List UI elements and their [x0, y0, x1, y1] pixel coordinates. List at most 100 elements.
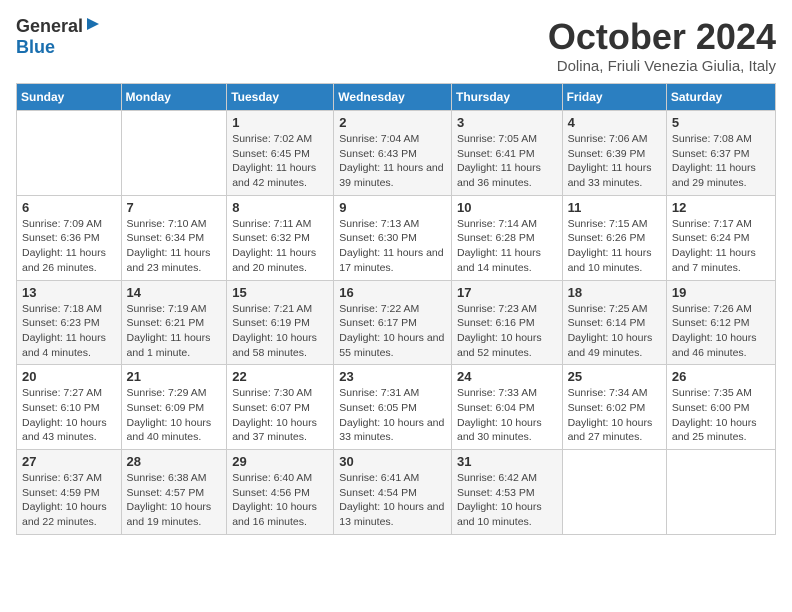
- day-number: 2: [339, 115, 446, 130]
- logo-arrow-icon: [85, 16, 101, 37]
- day-number: 6: [22, 200, 116, 215]
- day-number: 1: [232, 115, 328, 130]
- logo-text-general: General: [16, 16, 83, 37]
- calendar-cell: 2 Sunrise: 7:04 AMSunset: 6:43 PMDaylight…: [334, 111, 452, 196]
- day-info: Sunrise: 7:15 AMSunset: 6:26 PMDaylight:…: [568, 217, 661, 276]
- day-info: Sunrise: 7:29 AMSunset: 6:09 PMDaylight:…: [127, 386, 222, 445]
- calendar-week-row: 13 Sunrise: 7:18 AMSunset: 6:23 PMDayligh…: [17, 280, 776, 365]
- calendar-cell: 22 Sunrise: 7:30 AMSunset: 6:07 PMDayligh…: [227, 365, 334, 450]
- day-info: Sunrise: 7:30 AMSunset: 6:07 PMDaylight:…: [232, 386, 328, 445]
- day-number: 20: [22, 369, 116, 384]
- calendar-cell: 23Sunrise: 7:31 AMSunset: 6:05 PMDayligh…: [334, 365, 452, 450]
- day-info: Sunrise: 7:13 AMSunset: 6:30 PMDaylight:…: [339, 217, 446, 276]
- day-header-tuesday: Tuesday: [227, 84, 334, 111]
- day-info: Sunrise: 7:18 AMSunset: 6:23 PMDaylight:…: [22, 302, 116, 361]
- day-info: Sunrise: 7:06 AMSunset: 6:39 PMDaylight:…: [568, 132, 661, 191]
- calendar-cell: 31Sunrise: 6:42 AMSunset: 4:53 PMDayligh…: [451, 450, 562, 535]
- day-header-thursday: Thursday: [451, 84, 562, 111]
- day-info: Sunrise: 7:08 AMSunset: 6:37 PMDaylight:…: [672, 132, 770, 191]
- day-number: 27: [22, 454, 116, 469]
- day-info: Sunrise: 7:23 AMSunset: 6:16 PMDaylight:…: [457, 302, 557, 361]
- day-number: 15: [232, 285, 328, 300]
- day-number: 14: [127, 285, 222, 300]
- day-info: Sunrise: 6:41 AMSunset: 4:54 PMDaylight:…: [339, 471, 446, 530]
- day-number: 22: [232, 369, 328, 384]
- calendar-cell: 11 Sunrise: 7:15 AMSunset: 6:26 PMDayligh…: [562, 195, 666, 280]
- calendar-cell: 9Sunrise: 7:13 AMSunset: 6:30 PMDaylight…: [334, 195, 452, 280]
- calendar-cell: 12 Sunrise: 7:17 AMSunset: 6:24 PMDayligh…: [666, 195, 775, 280]
- calendar-cell: 26Sunrise: 7:35 AMSunset: 6:00 PMDayligh…: [666, 365, 775, 450]
- day-number: 25: [568, 369, 661, 384]
- day-info: Sunrise: 7:14 AMSunset: 6:28 PMDaylight:…: [457, 217, 557, 276]
- day-header-saturday: Saturday: [666, 84, 775, 111]
- calendar-header-row: SundayMondayTuesdayWednesdayThursdayFrid…: [17, 84, 776, 111]
- calendar-cell: [666, 450, 775, 535]
- title-block: October 2024 Dolina, Friuli Venezia Giul…: [548, 16, 776, 75]
- calendar-cell: 28 Sunrise: 6:38 AMSunset: 4:57 PMDayligh…: [121, 450, 227, 535]
- day-number: 12: [672, 200, 770, 215]
- calendar-cell: 13 Sunrise: 7:18 AMSunset: 6:23 PMDayligh…: [17, 280, 122, 365]
- day-info: Sunrise: 7:11 AMSunset: 6:32 PMDaylight:…: [232, 217, 328, 276]
- day-info: Sunrise: 7:10 AMSunset: 6:34 PMDaylight:…: [127, 217, 222, 276]
- day-info: Sunrise: 7:02 AMSunset: 6:45 PMDaylight:…: [232, 132, 328, 191]
- day-number: 28: [127, 454, 222, 469]
- day-number: 4: [568, 115, 661, 130]
- day-number: 30: [339, 454, 446, 469]
- calendar-table: SundayMondayTuesdayWednesdayThursdayFrid…: [16, 83, 776, 535]
- day-number: 11: [568, 200, 661, 215]
- day-number: 7: [127, 200, 222, 215]
- calendar-cell: [17, 111, 122, 196]
- day-info: Sunrise: 7:09 AMSunset: 6:36 PMDaylight:…: [22, 217, 116, 276]
- logo: General Blue: [16, 16, 101, 58]
- day-number: 19: [672, 285, 770, 300]
- day-info: Sunrise: 7:25 AMSunset: 6:14 PMDaylight:…: [568, 302, 661, 361]
- day-info: Sunrise: 7:27 AMSunset: 6:10 PMDaylight:…: [22, 386, 116, 445]
- day-header-monday: Monday: [121, 84, 227, 111]
- day-info: Sunrise: 7:33 AMSunset: 6:04 PMDaylight:…: [457, 386, 557, 445]
- calendar-cell: 10 Sunrise: 7:14 AMSunset: 6:28 PMDayligh…: [451, 195, 562, 280]
- calendar-week-row: 1 Sunrise: 7:02 AMSunset: 6:45 PMDaylight…: [17, 111, 776, 196]
- calendar-cell: 17 Sunrise: 7:23 AMSunset: 6:16 PMDayligh…: [451, 280, 562, 365]
- day-number: 5: [672, 115, 770, 130]
- day-number: 13: [22, 285, 116, 300]
- day-info: Sunrise: 7:26 AMSunset: 6:12 PMDaylight:…: [672, 302, 770, 361]
- calendar-cell: 25 Sunrise: 7:34 AMSunset: 6:02 PMDayligh…: [562, 365, 666, 450]
- logo-text-blue: Blue: [16, 37, 55, 57]
- calendar-cell: 6 Sunrise: 7:09 AMSunset: 6:36 PMDaylight…: [17, 195, 122, 280]
- calendar-cell: [562, 450, 666, 535]
- calendar-cell: 30 Sunrise: 6:41 AMSunset: 4:54 PMDayligh…: [334, 450, 452, 535]
- calendar-cell: 1 Sunrise: 7:02 AMSunset: 6:45 PMDaylight…: [227, 111, 334, 196]
- day-number: 10: [457, 200, 557, 215]
- day-info: Sunrise: 7:17 AMSunset: 6:24 PMDaylight:…: [672, 217, 770, 276]
- day-number: 17: [457, 285, 557, 300]
- calendar-cell: 27Sunrise: 6:37 AMSunset: 4:59 PMDayligh…: [17, 450, 122, 535]
- day-info: Sunrise: 6:40 AMSunset: 4:56 PMDaylight:…: [232, 471, 328, 530]
- day-info: Sunrise: 7:22 AMSunset: 6:17 PMDaylight:…: [339, 302, 446, 361]
- day-number: 24: [457, 369, 557, 384]
- month-title: October 2024: [548, 16, 776, 58]
- calendar-cell: 4 Sunrise: 7:06 AMSunset: 6:39 PMDaylight…: [562, 111, 666, 196]
- day-info: Sunrise: 7:04 AMSunset: 6:43 PMDaylight:…: [339, 132, 446, 191]
- calendar-cell: [121, 111, 227, 196]
- calendar-cell: 8 Sunrise: 7:11 AMSunset: 6:32 PMDaylight…: [227, 195, 334, 280]
- day-number: 8: [232, 200, 328, 215]
- day-number: 3: [457, 115, 557, 130]
- calendar-cell: 19 Sunrise: 7:26 AMSunset: 6:12 PMDayligh…: [666, 280, 775, 365]
- calendar-cell: 18Sunrise: 7:25 AMSunset: 6:14 PMDayligh…: [562, 280, 666, 365]
- day-number: 29: [232, 454, 328, 469]
- calendar-cell: 7 Sunrise: 7:10 AMSunset: 6:34 PMDaylight…: [121, 195, 227, 280]
- day-info: Sunrise: 7:19 AMSunset: 6:21 PMDaylight:…: [127, 302, 222, 361]
- day-number: 16: [339, 285, 446, 300]
- day-info: Sunrise: 7:21 AMSunset: 6:19 PMDaylight:…: [232, 302, 328, 361]
- day-info: Sunrise: 7:34 AMSunset: 6:02 PMDaylight:…: [568, 386, 661, 445]
- day-number: 21: [127, 369, 222, 384]
- calendar-cell: 24 Sunrise: 7:33 AMSunset: 6:04 PMDayligh…: [451, 365, 562, 450]
- calendar-cell: 16 Sunrise: 7:22 AMSunset: 6:17 PMDayligh…: [334, 280, 452, 365]
- day-number: 23: [339, 369, 446, 384]
- calendar-week-row: 27Sunrise: 6:37 AMSunset: 4:59 PMDayligh…: [17, 450, 776, 535]
- day-info: Sunrise: 6:38 AMSunset: 4:57 PMDaylight:…: [127, 471, 222, 530]
- calendar-cell: 15 Sunrise: 7:21 AMSunset: 6:19 PMDayligh…: [227, 280, 334, 365]
- calendar-week-row: 20 Sunrise: 7:27 AMSunset: 6:10 PMDayligh…: [17, 365, 776, 450]
- calendar-cell: 14 Sunrise: 7:19 AMSunset: 6:21 PMDayligh…: [121, 280, 227, 365]
- day-number: 26: [672, 369, 770, 384]
